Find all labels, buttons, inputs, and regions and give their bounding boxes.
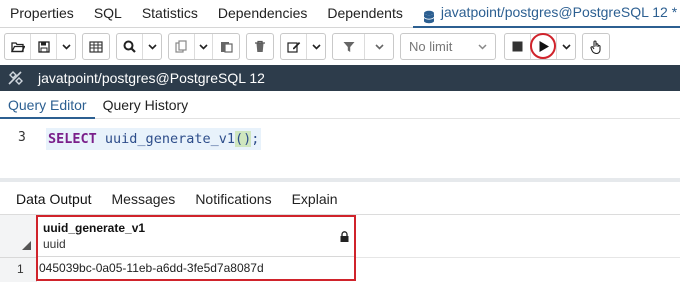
- select-all-corner[interactable]: [22, 241, 31, 250]
- highlight-frame: [36, 215, 356, 281]
- output-tabs: Data Output Messages Notifications Expla…: [0, 183, 680, 215]
- save-button[interactable]: [31, 34, 57, 59]
- database-icon: [423, 6, 435, 23]
- find-group: [116, 33, 162, 60]
- sql-function: uuid_generate_v1: [104, 131, 235, 147]
- search-icon: [123, 40, 136, 53]
- tab-query-editor[interactable]: Query Editor: [0, 92, 95, 119]
- find-button[interactable]: [117, 34, 143, 59]
- delete-button[interactable]: [247, 34, 273, 59]
- tab-sql[interactable]: SQL: [84, 0, 132, 28]
- row-number[interactable]: 1: [0, 257, 37, 279]
- tab-query-tool[interactable]: javatpoint/postgres@PostgreSQL 12 *: [412, 0, 680, 28]
- macro-group: [582, 33, 610, 60]
- tab-dependents[interactable]: Dependents: [317, 0, 413, 28]
- edit-dropdown-button[interactable]: [307, 34, 325, 59]
- row-limit-value: No limit: [409, 39, 453, 54]
- connection-bar: javatpoint/postgres@PostgreSQL 12: [0, 65, 680, 91]
- execute-highlight-ring: [530, 33, 556, 59]
- find-dropdown-button[interactable]: [143, 34, 161, 59]
- macros-button[interactable]: [583, 34, 609, 59]
- edit-group: [280, 33, 326, 60]
- execute-dropdown-button[interactable]: [557, 34, 575, 59]
- filter-icon: [343, 41, 354, 52]
- paste-button[interactable]: [213, 34, 239, 59]
- chevron-down-icon: [147, 43, 157, 50]
- delete-group: [246, 33, 274, 60]
- pane-splitter[interactable]: [0, 178, 680, 182]
- clipboard-group: [168, 33, 240, 60]
- save-icon: [37, 40, 50, 53]
- tab-properties[interactable]: Properties: [0, 0, 84, 28]
- grid-icon: [89, 40, 103, 53]
- connection-label: javatpoint/postgres@PostgreSQL 12: [38, 70, 265, 86]
- tab-data-output[interactable]: Data Output: [6, 183, 102, 215]
- file-group: [4, 33, 76, 60]
- hand-icon: [590, 39, 601, 54]
- tab-explain[interactable]: Explain: [282, 183, 348, 215]
- chevron-down-icon: [561, 43, 571, 50]
- result-grid: 1 uuid_generate_v1 uuid 045039bc-0a05-11…: [0, 215, 680, 282]
- copy-dropdown-button[interactable]: [195, 34, 213, 59]
- edit-icon: [286, 42, 300, 53]
- sql-semicolon: ;: [251, 131, 260, 147]
- paste-icon: [220, 42, 233, 53]
- filter-button[interactable]: [333, 34, 365, 59]
- panel-tabs: Properties SQL Statistics Dependencies D…: [0, 0, 680, 28]
- row-limit-select[interactable]: No limit: [400, 33, 496, 60]
- copy-icon: [175, 40, 187, 53]
- delete-icon: [255, 40, 265, 52]
- chevron-down-icon: [61, 43, 71, 50]
- save-dropdown-button[interactable]: [57, 34, 75, 59]
- edit-button[interactable]: [281, 34, 307, 59]
- tab-query-history[interactable]: Query History: [95, 92, 197, 119]
- chevron-down-icon: [311, 43, 321, 50]
- query-toolbar: No limit: [0, 29, 680, 64]
- sql-parens: (): [234, 131, 252, 147]
- copy-button[interactable]: [169, 34, 195, 59]
- row-header-column: 1: [0, 215, 37, 282]
- chevron-down-icon: [199, 43, 208, 50]
- stop-button[interactable]: [505, 34, 531, 59]
- line-number: 3: [18, 130, 26, 145]
- editor-gutter: 3: [0, 120, 40, 178]
- editor-tabs: Query Editor Query History: [0, 92, 680, 119]
- edit-grid-button[interactable]: [83, 34, 109, 59]
- chevron-down-icon: [478, 43, 487, 50]
- connection-status-icon[interactable]: [0, 65, 32, 91]
- stop-icon: [512, 41, 523, 52]
- connection-icon: [8, 71, 23, 85]
- sql-editor[interactable]: 3 SELECT uuid_generate_v1();: [0, 120, 680, 178]
- execute-button[interactable]: [530, 33, 557, 59]
- tab-messages[interactable]: Messages: [102, 183, 186, 215]
- tab-statistics[interactable]: Statistics: [132, 0, 208, 28]
- tab-dependencies[interactable]: Dependencies: [208, 0, 318, 28]
- filter-group: [332, 33, 394, 60]
- tab-notifications[interactable]: Notifications: [185, 183, 281, 215]
- open-folder-icon: [10, 41, 25, 52]
- sql-keyword: SELECT: [48, 131, 97, 147]
- open-file-button[interactable]: [5, 34, 31, 59]
- grid-empty-area: [356, 257, 680, 279]
- code-line[interactable]: SELECT uuid_generate_v1();: [46, 128, 262, 150]
- tab-query-tool-label: javatpoint/postgres@PostgreSQL 12 *: [440, 4, 678, 20]
- edit-grid-group: [82, 33, 110, 60]
- filter-dropdown-button[interactable]: [365, 34, 393, 59]
- chevron-down-icon: [374, 43, 384, 50]
- execute-group: [504, 33, 576, 60]
